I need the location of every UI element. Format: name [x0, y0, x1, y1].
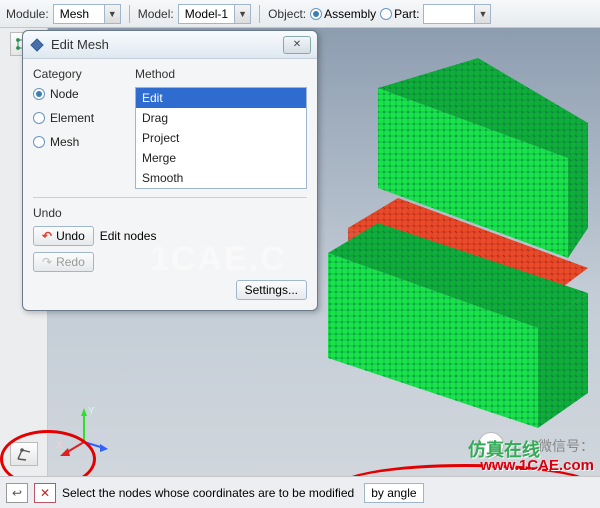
- model-value: Model-1: [179, 7, 234, 21]
- category-element-label: Element: [50, 111, 94, 125]
- svg-text:Y: Y: [88, 406, 95, 417]
- context-toolbar: Module: Mesh ▼ Model: Model-1 ▼ Object: …: [0, 0, 600, 28]
- radio-icon: [33, 136, 45, 148]
- prompt-bar: ↩ ✕ Select the nodes whose coordinates a…: [0, 476, 600, 508]
- tool-edit-mesh[interactable]: [10, 442, 38, 466]
- dropdown-arrow-icon: ▼: [474, 5, 490, 23]
- redo-button-label: Redo: [56, 255, 85, 269]
- category-label: Category: [33, 67, 123, 81]
- view-triad: Y X Z: [54, 402, 114, 462]
- separator: [129, 5, 130, 23]
- divider: [33, 197, 307, 198]
- redo-icon: ↷: [42, 255, 52, 269]
- category-node-radio[interactable]: Node: [33, 87, 123, 101]
- object-assembly-radio[interactable]: Assembly: [310, 7, 376, 21]
- part-combo[interactable]: ▼: [423, 4, 491, 24]
- undo-button[interactable]: ↶ Undo: [33, 226, 94, 246]
- category-node-label: Node: [50, 87, 79, 101]
- method-item-project[interactable]: Project: [136, 128, 306, 148]
- method-item-merge[interactable]: Merge: [136, 148, 306, 168]
- object-part-radio[interactable]: Part:: [380, 7, 419, 21]
- close-icon: ✕: [293, 39, 301, 50]
- model-label: Model:: [138, 7, 174, 21]
- category-element-radio[interactable]: Element: [33, 111, 123, 125]
- svg-text:Z: Z: [98, 432, 104, 443]
- edit-mesh-dialog: Edit Mesh ✕ Category Node Element Mesh: [22, 30, 318, 311]
- close-button[interactable]: ✕: [283, 36, 311, 54]
- arrow-left-icon: ↩: [12, 486, 22, 500]
- method-item-edit[interactable]: Edit: [136, 88, 306, 108]
- separator: [259, 5, 260, 23]
- undo-button-label: Undo: [56, 229, 85, 243]
- method-list[interactable]: Edit Drag Project Merge Smooth: [135, 87, 307, 189]
- module-label: Module:: [6, 7, 49, 21]
- cancel-icon: ✕: [40, 486, 50, 500]
- dialog-title: Edit Mesh: [51, 37, 109, 52]
- radio-icon: [33, 88, 45, 100]
- prompt-text: Select the nodes whose coordinates are t…: [62, 486, 354, 500]
- dropdown-arrow-icon: ▼: [104, 5, 120, 23]
- dialog-titlebar[interactable]: Edit Mesh ✕: [23, 31, 317, 59]
- prompt-back-button[interactable]: ↩: [6, 483, 28, 503]
- model-combo[interactable]: Model-1 ▼: [178, 4, 251, 24]
- redo-button[interactable]: ↷ Redo: [33, 252, 94, 272]
- watermark-url: www.1CAE.com: [480, 457, 594, 474]
- object-assembly-label: Assembly: [324, 7, 376, 21]
- module-value: Mesh: [54, 7, 104, 21]
- category-mesh-radio[interactable]: Mesh: [33, 135, 123, 149]
- settings-button[interactable]: Settings...: [236, 280, 307, 300]
- method-label: Method: [135, 67, 307, 81]
- object-label: Object:: [268, 7, 306, 21]
- object-part-label: Part:: [394, 7, 419, 21]
- undo-icon: ↶: [42, 229, 52, 243]
- settings-button-label: Settings...: [245, 283, 298, 297]
- radio-icon: [33, 112, 45, 124]
- category-mesh-label: Mesh: [50, 135, 79, 149]
- undo-status: Edit nodes: [100, 229, 157, 243]
- prompt-filter-combo[interactable]: by angle: [364, 483, 423, 503]
- method-item-drag[interactable]: Drag: [136, 108, 306, 128]
- dropdown-arrow-icon: ▼: [234, 5, 250, 23]
- radio-icon: [310, 8, 322, 20]
- prompt-filter-label: by angle: [365, 486, 422, 500]
- watermark-wechat: 微信号：: [538, 436, 594, 456]
- undo-section-label: Undo: [33, 206, 307, 220]
- prompt-cancel-button[interactable]: ✕: [34, 483, 56, 503]
- module-combo[interactable]: Mesh ▼: [53, 4, 121, 24]
- radio-icon: [380, 8, 392, 20]
- svg-text:X: X: [56, 440, 63, 451]
- dialog-icon: [29, 37, 45, 53]
- method-item-smooth[interactable]: Smooth: [136, 168, 306, 188]
